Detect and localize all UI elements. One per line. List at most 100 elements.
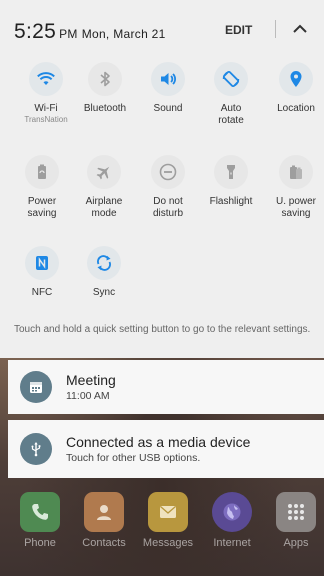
power-saving-label-line1: Power (27, 196, 57, 207)
wifi-network-name: TransNation (24, 115, 68, 124)
tile-wifi[interactable]: Wi-Fi TransNation (16, 62, 76, 125)
dock-app-name: Phone (24, 537, 56, 549)
phone-icon (32, 504, 48, 520)
tile-auto-rotate[interactable]: Auto rotate (201, 62, 261, 127)
do-not-disturb-label-line1: Do not (153, 196, 183, 207)
contacts-icon (97, 505, 111, 520)
tile-ultra-power-saving[interactable]: U. power saving (266, 155, 324, 220)
notification-subtitle: Touch for other USB options. (66, 451, 201, 464)
dock-app-internet[interactable]: Internet (206, 492, 258, 549)
notification-subtitle: 11:00 AM (66, 389, 110, 402)
airplane-mode-label: Airplane mode (74, 196, 134, 220)
dock-app-name: Internet (213, 537, 251, 549)
ultra-power-saving-label-line2: saving (281, 208, 311, 219)
clock-date: Mon, March 21 (81, 27, 166, 41)
dock-app-contacts[interactable]: Contacts (78, 492, 130, 549)
sound-icon (161, 73, 176, 85)
airplane-icon (96, 166, 110, 180)
auto-rotate-label-line2: rotate (218, 115, 244, 126)
header-divider (275, 20, 276, 38)
do-not-disturb-label-line2: disturb (152, 208, 183, 219)
tile-do-not-disturb[interactable]: Do not disturb (138, 155, 198, 220)
ultra-power-saving-label-line1: U. power (275, 196, 316, 207)
auto-rotate-label: Auto rotate (201, 103, 261, 127)
tile-power-saving[interactable]: Power saving (12, 155, 72, 220)
ultra-power-saving-icon (290, 165, 302, 179)
ultra-power-saving-label: U. power saving (266, 196, 324, 220)
notification-usb[interactable]: Connected as a media device Touch for ot… (8, 420, 324, 478)
nfc-toggle[interactable] (25, 246, 59, 280)
messages-app-tile (148, 492, 188, 532)
auto-rotate-toggle[interactable] (214, 62, 248, 96)
calendar-icon (30, 382, 42, 393)
power-saving-label: Power saving (12, 196, 72, 220)
airplane-mode-label-line1: Airplane (85, 196, 123, 207)
wifi-icon (37, 72, 55, 85)
nfc-label: NFC (31, 287, 53, 298)
airplane-mode-label-line2: mode (91, 208, 117, 219)
auto-rotate-label-line1: Auto (220, 103, 242, 114)
messages-icon (160, 506, 176, 518)
flashlight-toggle[interactable] (214, 155, 248, 189)
tile-airplane-mode[interactable]: Airplane mode (74, 155, 134, 220)
tile-sync[interactable]: Sync (74, 246, 134, 299)
clock-ampm: PM (59, 27, 78, 41)
power-saving-label-line2: saving (27, 208, 57, 219)
phone-app-tile (20, 492, 60, 532)
sync-icon (97, 255, 111, 271)
location-label: Location (277, 103, 315, 114)
do-not-disturb-toggle[interactable] (151, 155, 185, 189)
sound-toggle[interactable] (151, 62, 185, 96)
usb-icon (31, 442, 41, 457)
do-not-disturb-icon (159, 163, 177, 181)
tile-flashlight[interactable]: Flashlight (201, 155, 261, 208)
collapse-button[interactable] (291, 20, 309, 38)
nfc-icon (36, 256, 48, 270)
battery-saver-icon (38, 164, 46, 179)
notification-icon (20, 433, 52, 465)
auto-rotate-icon (222, 70, 240, 88)
bluetooth-icon (100, 71, 110, 87)
bluetooth-label: Bluetooth (83, 103, 127, 114)
wifi-toggle[interactable] (29, 62, 63, 96)
location-toggle[interactable] (279, 62, 313, 96)
tile-nfc[interactable]: NFC (12, 246, 72, 299)
tile-location[interactable]: Location (266, 62, 324, 115)
dock-app-messages[interactable]: Messages (142, 492, 194, 549)
chevron-up-icon (293, 24, 307, 33)
notification-meeting[interactable]: Meeting 11:00 AM (8, 360, 324, 414)
dock-app-name: Apps (283, 537, 309, 549)
do-not-disturb-label: Do not disturb (138, 196, 198, 220)
internet-icon (223, 503, 241, 521)
sync-toggle[interactable] (87, 246, 121, 280)
status-row: 5:25 PM Mon, March 21 EDIT (0, 0, 324, 60)
quick-settings-panel: 5:25 PM Mon, March 21 EDIT Wi-Fi TransNati… (0, 0, 324, 358)
tile-sound[interactable]: Sound (138, 62, 198, 115)
dock-app-apps[interactable]: Apps (270, 492, 322, 549)
notification-text: Connected as a media device Touch for ot… (66, 434, 250, 465)
notification-text: Meeting 11:00 AM (66, 372, 116, 403)
notification-title: Connected as a media device (66, 433, 251, 450)
location-pin-icon (290, 71, 302, 87)
dock-app-name: Contacts (82, 537, 126, 549)
dock-app-phone[interactable]: Phone (14, 492, 66, 549)
edit-button[interactable]: EDIT (225, 23, 252, 37)
quick-settings-hint: Touch and hold a quick setting button to… (14, 324, 311, 335)
apps-grid-icon (288, 504, 304, 520)
clock: 5:25 PM Mon, March 21 (14, 20, 166, 44)
wifi-label: Wi-Fi (34, 103, 58, 114)
ultra-power-saving-toggle[interactable] (279, 155, 313, 189)
notification-title: Meeting (66, 371, 116, 388)
apps-app-tile (276, 492, 316, 532)
bluetooth-toggle[interactable] (88, 62, 122, 96)
power-saving-toggle[interactable] (25, 155, 59, 189)
airplane-mode-toggle[interactable] (87, 155, 121, 189)
sound-label: Sound (153, 103, 183, 114)
tile-bluetooth[interactable]: Bluetooth (75, 62, 135, 115)
sync-label: Sync (92, 287, 116, 298)
dock-app-name: Messages (142, 537, 194, 549)
notification-icon (20, 371, 52, 403)
clock-time: 5:25 (14, 20, 57, 43)
flashlight-icon (227, 165, 235, 179)
internet-app-tile (212, 492, 252, 532)
